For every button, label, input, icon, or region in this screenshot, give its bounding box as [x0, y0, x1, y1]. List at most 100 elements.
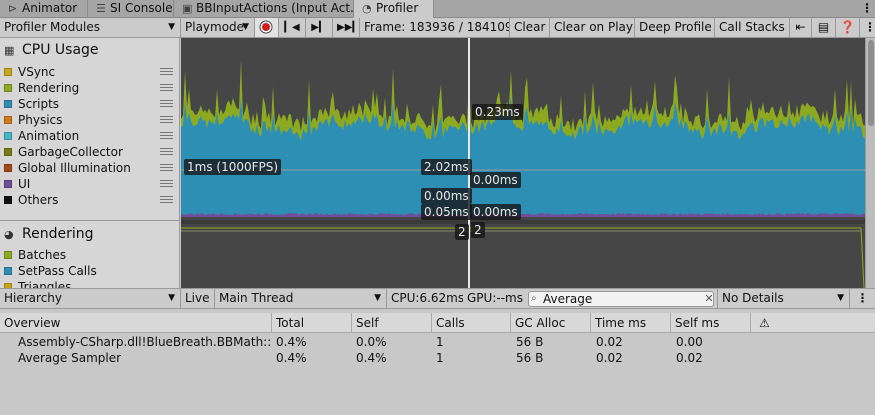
legend-item[interactable]: Scripts — [4, 96, 176, 112]
legend-item[interactable]: Animation — [4, 128, 176, 144]
legend-item[interactable]: Batches — [4, 247, 176, 263]
column-calls[interactable]: Calls — [431, 313, 510, 333]
module-title-label: Rendering — [22, 226, 94, 242]
skip-forward-icon: ▶▶▎ — [337, 22, 360, 33]
drag-handle-icon[interactable] — [160, 196, 173, 203]
chevron-down-icon: ▼ — [837, 293, 844, 303]
dropdown-label: No Details — [722, 291, 784, 305]
column-self[interactable]: Self — [351, 313, 431, 333]
cell-time-ms: 0.02 — [596, 351, 623, 365]
toolbar-menu-button[interactable]: ⋮ — [860, 18, 875, 37]
column-gc-alloc[interactable]: GC Alloc — [510, 313, 590, 333]
table-row[interactable]: Average Sampler 0.4% 0.4% 1 56 B 0.02 0.… — [0, 350, 875, 366]
first-frame-button[interactable]: ▎◀ — [279, 18, 306, 37]
cell-self: 0.4% — [356, 351, 387, 365]
rendering-module-title[interactable]: ◕ Rendering — [4, 226, 94, 242]
legend-label: Global Illumination — [18, 161, 131, 175]
kebab-menu-icon: ⋮ — [864, 20, 875, 34]
batches-value-left: 2 — [455, 224, 469, 240]
dropdown-label: Hierarchy — [4, 291, 63, 305]
legend-swatch — [4, 267, 12, 275]
gpu-time-readout: GPU:--ms — [463, 289, 527, 308]
others-value-left: 0.00ms — [421, 188, 472, 204]
legend-item[interactable]: Rendering — [4, 80, 176, 96]
scrollbar-thumb[interactable] — [868, 40, 874, 126]
drag-handle-icon[interactable] — [160, 164, 173, 171]
details-dropdown[interactable]: No Details ▼ — [717, 289, 850, 308]
save-icon: ▤ — [817, 20, 830, 34]
legend-item[interactable]: SetPass Calls — [4, 263, 176, 279]
warning-icon: ⚠ — [759, 316, 770, 330]
dropdown-label: Profiler Modules — [4, 20, 100, 34]
drag-handle-icon[interactable] — [160, 116, 173, 123]
window-menu-icon[interactable]: ⋮ — [860, 0, 874, 18]
save-button[interactable]: ▤ — [812, 18, 836, 37]
clear-search-button[interactable]: ✕ — [703, 291, 715, 307]
chevron-down-icon: ▼ — [242, 22, 249, 32]
playmode-dropdown[interactable]: Playmode ▼ — [181, 18, 255, 37]
search-input[interactable]: ⌕ Average — [528, 291, 714, 307]
cpu-time-readout: CPU:6.62ms — [387, 289, 463, 308]
thread-dropdown[interactable]: Main Thread ▼ — [215, 289, 387, 308]
cell-gc-alloc: 56 B — [516, 335, 544, 349]
live-toggle[interactable]: Live — [181, 289, 215, 308]
legend-item[interactable]: Global Illumination — [4, 160, 176, 176]
legend-swatch — [4, 68, 12, 76]
column-warnings[interactable]: ⚠ — [750, 313, 778, 333]
record-button[interactable] — [255, 18, 279, 37]
cell-total: 0.4% — [276, 351, 307, 365]
clear-button[interactable]: Clear — [510, 18, 550, 37]
tab-profiler[interactable]: ◔ Profiler — [354, 0, 434, 19]
table-row[interactable]: Assembly-CSharp.dll!BlueBreath.BBMath::A… — [0, 334, 875, 350]
button-label: Clear — [514, 20, 546, 34]
legend-swatch — [4, 100, 12, 108]
deep-profile-button[interactable]: Deep Profile — [635, 18, 715, 37]
call-stacks-button[interactable]: Call Stacks — [715, 18, 790, 37]
details-menu-button[interactable]: ⋮ — [850, 289, 875, 308]
legend-label: Batches — [18, 248, 67, 262]
cpu-usage-module-title[interactable]: ▦ CPU Usage — [4, 42, 99, 58]
cpu-usage-chart[interactable]: 1ms (1000FPS) 0.23ms 2.02ms 0.00ms 0.00m… — [181, 38, 865, 288]
drag-handle-icon[interactable] — [160, 68, 173, 75]
batches-drop-line — [860, 227, 865, 288]
cpu-icon: ▦ — [4, 44, 15, 57]
tab-animator[interactable]: ⊳ Animator — [0, 0, 88, 18]
drag-handle-icon[interactable] — [160, 132, 173, 139]
help-button[interactable]: ❓ — [836, 18, 860, 37]
drag-handle-icon[interactable] — [160, 180, 173, 187]
tab-si-console[interactable]: ☰ SI Console — [88, 0, 174, 18]
profiler-modules-dropdown[interactable]: Profiler Modules ▼ — [0, 18, 181, 37]
legend-label: Physics — [18, 113, 63, 127]
legend-item[interactable]: Physics — [4, 112, 176, 128]
clear-on-play-button[interactable]: Clear on Play — [550, 18, 635, 37]
current-frame-button[interactable]: ▶▶▎ — [333, 18, 360, 37]
legend-swatch — [4, 180, 12, 188]
cell-time-ms: 0.02 — [596, 335, 623, 349]
column-self-ms[interactable]: Self ms — [670, 313, 750, 333]
search-value: Average — [543, 292, 593, 306]
drag-handle-icon[interactable] — [160, 148, 173, 155]
load-button[interactable]: ⇤ — [790, 18, 812, 37]
legend-item[interactable]: Triangles — [4, 279, 176, 288]
legend-item[interactable]: VSync — [4, 64, 176, 80]
legend-item[interactable]: UI — [4, 176, 176, 192]
column-overview[interactable]: Overview — [0, 313, 271, 333]
hierarchy-table-body: Assembly-CSharp.dll!BlueBreath.BBMath::A… — [0, 334, 875, 415]
column-total[interactable]: Total — [271, 313, 351, 333]
drag-handle-icon[interactable] — [160, 100, 173, 107]
module-divider — [0, 220, 179, 221]
legend-item[interactable]: GarbageCollector — [4, 144, 176, 160]
cell-overview: Assembly-CSharp.dll!BlueBreath.BBMath::A… — [18, 335, 270, 349]
next-frame-button[interactable]: ▶▎ — [306, 18, 333, 37]
legend-item[interactable]: Others — [4, 192, 176, 208]
help-icon: ❓ — [840, 20, 855, 34]
profiler-window: ⊳ Animator ☰ SI Console ▣ BBInputActions (I… — [0, 0, 875, 415]
cpu-time-label: CPU:6.62ms — [391, 291, 463, 305]
legend-swatch — [4, 196, 12, 204]
record-icon — [259, 20, 273, 34]
module-scrollbar[interactable] — [865, 38, 875, 288]
column-time-ms[interactable]: Time ms — [590, 313, 670, 333]
drag-handle-icon[interactable] — [160, 84, 173, 91]
tab-bbinputactions[interactable]: ▣ BBInputActions (Input Act... — [174, 0, 354, 18]
view-dropdown[interactable]: Hierarchy ▼ — [0, 289, 181, 308]
